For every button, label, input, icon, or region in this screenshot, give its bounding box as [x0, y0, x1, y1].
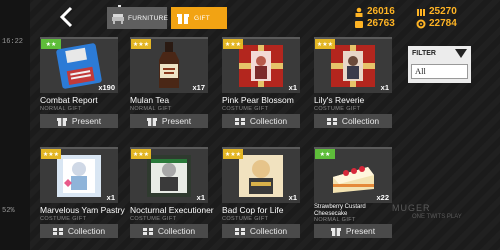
action-label: Collection: [249, 226, 288, 236]
rarity-badge: ★★★: [223, 149, 243, 159]
item-quantity: x1: [288, 193, 297, 202]
collection-button[interactable]: Collection: [40, 224, 118, 238]
item-name: Marvelous Yam Pastry: [40, 205, 125, 215]
manpower-value: 26016: [367, 6, 395, 17]
action-label: Present: [71, 116, 102, 126]
filter-select[interactable]: All: [411, 64, 468, 79]
rations-value: 26763: [367, 18, 395, 29]
back-button[interactable]: [56, 5, 78, 29]
parts-icon: [416, 19, 426, 29]
tab-gift-label: GIFT: [194, 14, 211, 22]
action-label: Collection: [157, 226, 196, 236]
filter-title: FILTER: [412, 50, 436, 57]
ammo-icon: [416, 7, 426, 17]
tab-furniture[interactable]: FURNITURE: [107, 7, 169, 29]
gift-card-marvelous-yam-pastry[interactable]: ★★★ x1 Marvelous Yam Pastry COSTUME GIFT…: [40, 147, 125, 247]
item-type: COSTUME GIFT: [314, 106, 361, 112]
item-quantity: x190: [98, 83, 115, 92]
item-quantity: x1: [106, 193, 115, 202]
collection-icon: [234, 117, 245, 126]
parts-value: 22784: [429, 18, 457, 29]
collection-icon: [326, 117, 337, 126]
gift-card-strawberry-custard-cheesecake[interactable]: ★★ x22 Strawberry Custard Cheesecake NOR…: [314, 147, 392, 247]
item-type: COSTUME GIFT: [130, 216, 177, 222]
tab-furniture-label: FURNITURE: [128, 14, 169, 22]
item-quantity: x22: [376, 193, 389, 202]
gift-card-mulan-tea[interactable]: ★★★ x17 Mulan Tea NORMAL GIFT Present: [130, 37, 208, 137]
gift-icon: [175, 10, 191, 26]
present-button[interactable]: Present: [314, 224, 392, 238]
collection-icon: [142, 227, 153, 236]
item-type: COSTUME GIFT: [222, 106, 269, 112]
collection-icon: [52, 227, 63, 236]
collection-button[interactable]: Collection: [314, 114, 392, 128]
gift-card-bad-cop-for-life[interactable]: ★★★ x1 Bad Cop for Life COSTUME GIFT Col…: [222, 147, 300, 247]
collection-button[interactable]: Collection: [130, 224, 208, 238]
item-type: NORMAL GIFT: [314, 217, 356, 223]
item-quantity: x17: [192, 83, 205, 92]
action-label: Collection: [341, 116, 380, 126]
resource-parts: 22784: [416, 18, 457, 29]
collection-button[interactable]: Collection: [222, 114, 300, 128]
top-bar: FURNITURE GIFT 26016 25270 26763 22784: [30, 0, 500, 34]
battery-text: 52%: [2, 207, 15, 215]
rarity-badge: ★★★: [131, 149, 151, 159]
present-icon: [330, 227, 341, 236]
item-name: Strawberry Custard Cheesecake: [314, 204, 366, 217]
item-quantity: x1: [380, 83, 389, 92]
resource-ammo: 25270: [416, 6, 457, 17]
item-name: Combat Report: [40, 95, 98, 105]
triangle-down-icon[interactable]: [455, 49, 467, 58]
item-name: Pink Pear Blossom: [222, 95, 294, 105]
item-type: NORMAL GIFT: [40, 106, 82, 112]
watermark-sub: ONE TWITS PLAY: [412, 214, 462, 220]
rarity-badge: ★★★: [131, 39, 151, 49]
filter-panel: FILTER All: [408, 46, 471, 83]
resource-manpower: 26016: [354, 6, 395, 17]
gift-card-combat-report[interactable]: ★★ x190 Combat Report NORMAL GIFT Presen…: [40, 37, 118, 137]
armchair-icon: [111, 10, 125, 26]
item-type: COSTUME GIFT: [222, 216, 269, 222]
tab-gift[interactable]: GIFT: [171, 7, 227, 29]
item-quantity: x1: [196, 193, 205, 202]
rations-icon: [354, 19, 364, 29]
action-label: Collection: [67, 226, 106, 236]
rarity-badge: ★★: [41, 39, 61, 49]
gift-card-lilys-reverie[interactable]: ★★★ x1 Lily's Reverie COSTUME GIFT Colle…: [314, 37, 392, 137]
item-type: COSTUME GIFT: [40, 216, 87, 222]
present-button[interactable]: Present: [130, 114, 208, 128]
rarity-badge: ★★★: [41, 149, 61, 159]
watermark: MUGER: [392, 203, 431, 213]
item-type: NORMAL GIFT: [130, 106, 172, 112]
collection-icon: [234, 227, 245, 236]
item-quantity: x1: [288, 83, 297, 92]
item-name: Lily's Reverie: [314, 95, 365, 105]
chevron-left-icon: [59, 6, 73, 28]
action-label: Present: [161, 116, 192, 126]
present-icon: [146, 117, 157, 126]
status-edge: 16:22 52%: [0, 0, 30, 250]
action-label: Collection: [249, 116, 288, 126]
collection-button[interactable]: Collection: [222, 224, 300, 238]
item-name: Mulan Tea: [130, 95, 170, 105]
item-name: Bad Cop for Life: [222, 205, 284, 215]
rarity-badge: ★★★: [315, 39, 335, 49]
action-label: Present: [345, 226, 376, 236]
ammo-value: 25270: [429, 6, 457, 17]
item-name: Nocturnal Executioner: [130, 205, 214, 215]
resource-rations: 26763: [354, 18, 395, 29]
gift-card-pink-pear-blossom[interactable]: ★★★ x1 Pink Pear Blossom COSTUME GIFT Co…: [222, 37, 300, 137]
manpower-icon: [354, 7, 364, 17]
rarity-badge: ★★: [315, 149, 335, 159]
present-button[interactable]: Present: [40, 114, 118, 128]
gift-card-nocturnal-executioner[interactable]: ★★★ x1 Nocturnal Executioner COSTUME GIF…: [130, 147, 214, 247]
present-icon: [56, 117, 67, 126]
rarity-badge: ★★★: [223, 39, 243, 49]
clock-text: 16:22: [2, 38, 24, 46]
